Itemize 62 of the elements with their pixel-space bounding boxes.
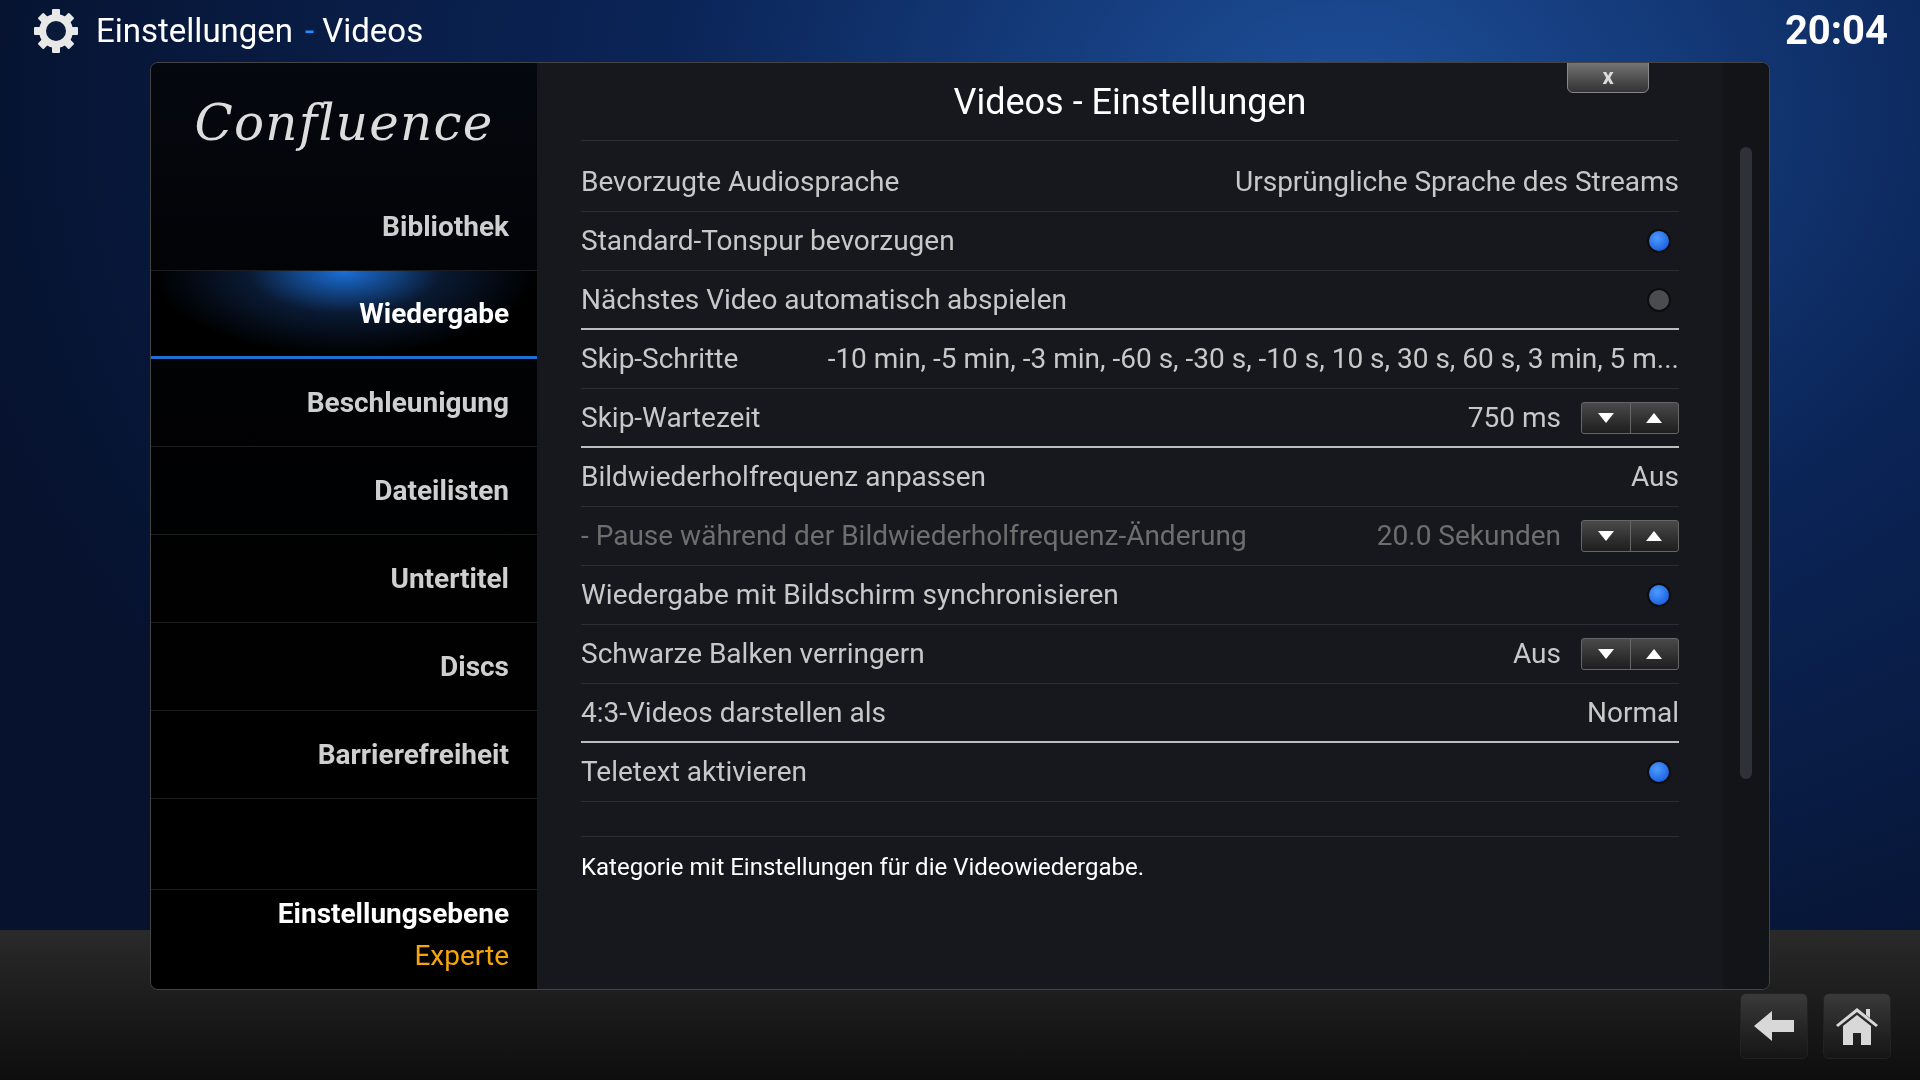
dialog-title: Videos - Einstellungen	[953, 79, 1307, 125]
spin-buttons[interactable]	[1581, 638, 1679, 670]
setting-value: 750 ms	[1467, 399, 1561, 436]
setting-value: -10 min, -5 min, -3 min, -60 s, -30 s, -10 s, 10 s, 30 s, 60 s, 3 min, 5 m...	[827, 341, 1679, 377]
radio-toggle[interactable]	[1647, 583, 1671, 607]
setting-value: Aus	[1631, 459, 1679, 495]
setting-row[interactable]: Teletext aktivieren	[581, 743, 1679, 802]
setting-row[interactable]: Schwarze Balken verringern Aus	[581, 625, 1679, 684]
setting-row[interactable]: Bildwiederholfrequenz anpassen Aus	[581, 448, 1679, 507]
up-arrow-icon	[1645, 411, 1664, 424]
sidebar-item[interactable]: Discs	[151, 623, 537, 711]
description-text: Kategorie mit Einstellungen für die Videowiedergabe.	[581, 853, 1145, 881]
header-separator: -	[305, 10, 315, 53]
clock: 20:04	[1784, 6, 1888, 56]
radio-toggle[interactable]	[1647, 760, 1671, 784]
down-arrow-icon	[1596, 411, 1615, 424]
setting-label: Bildwiederholfrequenz anpassen	[581, 459, 987, 495]
setting-row[interactable]: Skip-Wartezeit 750 ms	[581, 389, 1679, 448]
left-arrow-icon	[1752, 1009, 1796, 1043]
sidebar-item[interactable]: Barrierefreiheit	[151, 711, 537, 799]
down-arrow-icon	[1596, 530, 1615, 542]
spin-buttons[interactable]	[1581, 401, 1679, 434]
setting-value: 20.0 Sekunden	[1376, 518, 1561, 554]
sidebar-item[interactable]: Beschleunigung	[151, 359, 537, 447]
sidebar-item[interactable]: Wiedergabe	[151, 271, 537, 359]
settings-level-label: Einstellungsebene	[277, 895, 509, 932]
setting-label: Teletext aktivieren	[581, 754, 807, 790]
sidebar-item[interactable]: Dateilisten	[151, 447, 537, 535]
scrollbar[interactable]	[1740, 147, 1752, 779]
close-button[interactable]: x	[1567, 63, 1649, 93]
back-button[interactable]	[1740, 993, 1808, 1059]
header-section: Einstellungen	[96, 6, 294, 56]
setting-label: Bevorzugte Audiosprache	[581, 164, 900, 200]
setting-row[interactable]: Skip-Schritte -10 min, -5 min, -3 min, -60 s, -30 s, -10 s, 10 s, 30 s, 60 s, 3 min, 5 m...	[581, 330, 1679, 389]
house-icon	[1834, 1005, 1880, 1047]
down-arrow-icon	[1596, 648, 1615, 660]
radio-toggle[interactable]	[1647, 229, 1671, 253]
setting-value: Normal	[1586, 694, 1679, 731]
setting-label: - Pause während der Bildwiederholfrequenz-Änderung	[581, 518, 1247, 554]
setting-row[interactable]: Nächstes Video automatisch abspielen	[581, 271, 1679, 330]
setting-row[interactable]: Standard-Tonspur bevorzugen	[581, 212, 1679, 271]
settings-level-value[interactable]: Experte	[414, 934, 509, 977]
settings-icon	[32, 7, 80, 55]
setting-value: Ursprüngliche Sprache des Streams	[1235, 164, 1679, 200]
setting-label: 4:3-Videos darstellen als	[581, 694, 886, 731]
up-arrow-icon	[1645, 648, 1664, 660]
setting-label: Schwarze Balken verringern	[581, 636, 925, 672]
header-page: Videos	[322, 10, 424, 53]
setting-row[interactable]: Bevorzugte Audiosprache Ursprüngliche Sprache des Streams	[581, 153, 1679, 212]
setting-row[interactable]: Wiedergabe mit Bildschirm synchronisieren	[581, 566, 1679, 625]
setting-value: Aus	[1513, 636, 1561, 672]
radio-toggle[interactable]	[1647, 287, 1671, 312]
setting-label: Skip-Schritte	[581, 341, 739, 377]
up-arrow-icon	[1645, 530, 1664, 542]
sidebar-item[interactable]: Untertitel	[151, 535, 537, 623]
setting-label: Wiedergabe mit Bildschirm synchronisieren	[581, 577, 1119, 613]
setting-row[interactable]: 4:3-Videos darstellen als Normal	[581, 684, 1679, 743]
setting-label: Nächstes Video automatisch abspielen	[581, 281, 1067, 318]
setting-label: Standard-Tonspur bevorzugen	[581, 223, 955, 259]
logo: Confluence	[194, 92, 494, 154]
setting-label: Skip-Wartezeit	[581, 399, 761, 436]
home-button[interactable]	[1823, 993, 1891, 1059]
